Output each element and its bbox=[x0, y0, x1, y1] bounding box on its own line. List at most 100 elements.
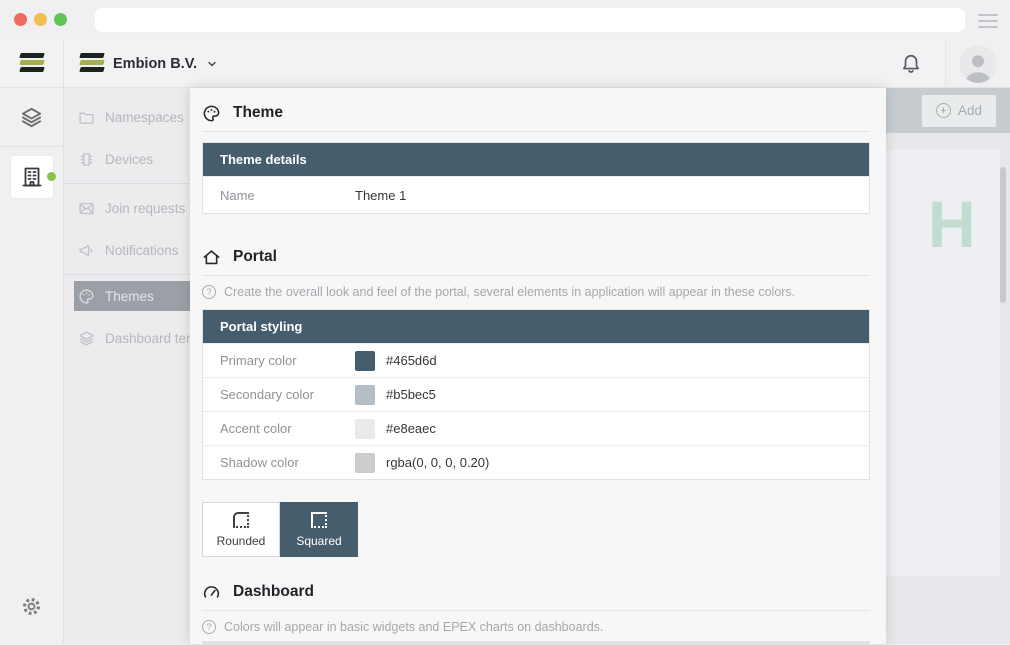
sidebar-item-themes[interactable]: Themes bbox=[74, 281, 190, 311]
sidebar-item-devices[interactable]: Devices bbox=[64, 138, 190, 180]
browser-menu-icon[interactable] bbox=[978, 14, 998, 32]
primary-color-row[interactable]: Primary color #465d6d bbox=[203, 343, 869, 377]
add-theme-button[interactable]: + Add bbox=[922, 95, 996, 127]
corner-style-toggle: Rounded Squared bbox=[202, 502, 870, 557]
org-menu-sidebar: Namespaces Devices Join requests bbox=[64, 88, 190, 644]
rounded-style-button[interactable]: Rounded bbox=[202, 502, 280, 557]
sidebar-item-join-requests[interactable]: Join requests bbox=[64, 187, 190, 229]
account-section bbox=[945, 40, 1010, 87]
theme-section-header: Theme bbox=[202, 100, 870, 126]
themes-toolbar: + Add bbox=[886, 88, 1010, 133]
minimize-window-button[interactable] bbox=[34, 13, 47, 26]
home-icon bbox=[202, 248, 221, 267]
app-body: Namespaces Devices Join requests bbox=[0, 88, 1010, 644]
accent-color-row[interactable]: Accent color #e8eaec bbox=[203, 411, 869, 445]
add-button-label: Add bbox=[958, 103, 982, 118]
portal-help-line: ? Create the overall look and feel of th… bbox=[202, 285, 870, 299]
organization-rail-item[interactable] bbox=[11, 156, 53, 198]
portal-styling-table-header: Portal styling bbox=[203, 310, 869, 343]
dashboard-help-line: ? Colors will appear in basic widgets an… bbox=[202, 620, 870, 634]
portal-styling-table: Portal styling Primary color #465d6d Sec… bbox=[202, 309, 870, 480]
section-divider bbox=[202, 275, 870, 276]
dashboard-help-text: Colors will appear in basic widgets and … bbox=[224, 620, 603, 634]
browser-chrome bbox=[0, 0, 1010, 40]
sidebar-item-label: Join requests bbox=[105, 201, 185, 216]
settings-gear-icon[interactable] bbox=[20, 595, 43, 618]
embion-logo-icon bbox=[80, 53, 104, 74]
embion-logo-icon bbox=[20, 53, 44, 74]
section-divider bbox=[202, 610, 870, 611]
color-row-value: #465d6d bbox=[386, 353, 437, 368]
namespaces-rail-item[interactable] bbox=[0, 88, 63, 147]
plus-circle-icon: + bbox=[936, 103, 951, 118]
organization-selector[interactable]: Embion B.V. bbox=[80, 53, 218, 74]
color-row-value: rgba(0, 0, 0, 0.20) bbox=[386, 455, 489, 470]
notifications-bell-icon[interactable] bbox=[891, 40, 931, 88]
rounded-corner-icon bbox=[233, 512, 249, 528]
help-circle-icon: ? bbox=[202, 620, 216, 634]
color-row-label: Secondary color bbox=[203, 387, 355, 402]
close-window-button[interactable] bbox=[14, 13, 27, 26]
section-divider bbox=[202, 131, 870, 132]
sidebar-item-label: Devices bbox=[105, 152, 153, 167]
gauge-icon bbox=[202, 583, 221, 602]
next-table-sliver bbox=[202, 641, 870, 644]
zoom-window-button[interactable] bbox=[54, 13, 67, 26]
sidebar-divider bbox=[64, 183, 190, 184]
squared-corner-icon bbox=[311, 512, 327, 528]
color-swatch bbox=[355, 419, 375, 439]
organization-name: Embion B.V. bbox=[113, 56, 197, 72]
shadow-color-row[interactable]: Shadow color rgba(0, 0, 0, 0.20) bbox=[203, 445, 869, 479]
content-region: Namespaces Devices Join requests bbox=[64, 88, 1010, 644]
squared-style-button[interactable]: Squared bbox=[280, 502, 358, 557]
color-swatch bbox=[355, 385, 375, 405]
sidebar-item-label: Dashboard templates bbox=[105, 331, 190, 346]
icon-rail bbox=[0, 88, 64, 644]
sidebar-item-label: Namespaces bbox=[105, 110, 184, 125]
sidebar-item-namespaces[interactable]: Namespaces bbox=[64, 96, 190, 138]
color-row-value: #b5bec5 bbox=[386, 387, 436, 402]
page-scrollbar[interactable] bbox=[1000, 167, 1006, 303]
color-swatch bbox=[355, 453, 375, 473]
sidebar-divider bbox=[64, 274, 190, 275]
theme-card-watermark: H bbox=[928, 186, 974, 262]
envelope-icon bbox=[78, 200, 95, 217]
sidebar-item-label: Themes bbox=[105, 289, 154, 304]
palette-icon bbox=[202, 104, 221, 123]
dimmed-background-content: + Add H bbox=[886, 88, 1010, 644]
color-row-label: Accent color bbox=[203, 421, 355, 436]
color-swatch bbox=[355, 351, 375, 371]
theme-name-value: Theme 1 bbox=[355, 188, 406, 203]
dashboard-section-title: Dashboard bbox=[233, 583, 314, 601]
secondary-color-row[interactable]: Secondary color #b5bec5 bbox=[203, 377, 869, 411]
layers-icon bbox=[20, 106, 43, 129]
palette-icon bbox=[78, 288, 95, 305]
browser-window: Embion B.V. bbox=[0, 0, 1010, 645]
sidebar-item-notifications[interactable]: Notifications bbox=[64, 229, 190, 271]
user-avatar[interactable] bbox=[959, 45, 997, 83]
online-status-dot bbox=[47, 172, 56, 181]
app-header: Embion B.V. bbox=[0, 40, 1010, 88]
app-logo-cell[interactable] bbox=[0, 40, 64, 87]
chip-icon bbox=[78, 151, 95, 168]
portal-section-title: Portal bbox=[233, 248, 277, 266]
theme-detail-panel: Theme Theme details Name Theme 1 Portal bbox=[190, 88, 886, 644]
sidebar-item-label: Notifications bbox=[105, 243, 179, 258]
building-icon bbox=[20, 165, 44, 189]
name-label: Name bbox=[203, 188, 355, 203]
sidebar-item-dashboard-templates[interactable]: Dashboard templates bbox=[64, 317, 190, 359]
theme-details-table: Theme details Name Theme 1 bbox=[202, 142, 870, 214]
portal-help-text: Create the overall look and feel of the … bbox=[224, 285, 795, 299]
stack-icon bbox=[78, 330, 95, 347]
theme-details-table-header: Theme details bbox=[203, 143, 869, 176]
chevron-down-icon bbox=[206, 58, 218, 70]
shape-button-label: Squared bbox=[296, 534, 341, 548]
address-bar[interactable] bbox=[95, 8, 965, 32]
color-row-value: #e8eaec bbox=[386, 421, 436, 436]
theme-name-row[interactable]: Name Theme 1 bbox=[203, 176, 869, 213]
help-circle-icon: ? bbox=[202, 285, 216, 299]
window-controls bbox=[14, 13, 67, 26]
color-row-label: Shadow color bbox=[203, 455, 355, 470]
portal-section-header: Portal bbox=[202, 244, 870, 270]
folder-icon bbox=[78, 109, 95, 126]
